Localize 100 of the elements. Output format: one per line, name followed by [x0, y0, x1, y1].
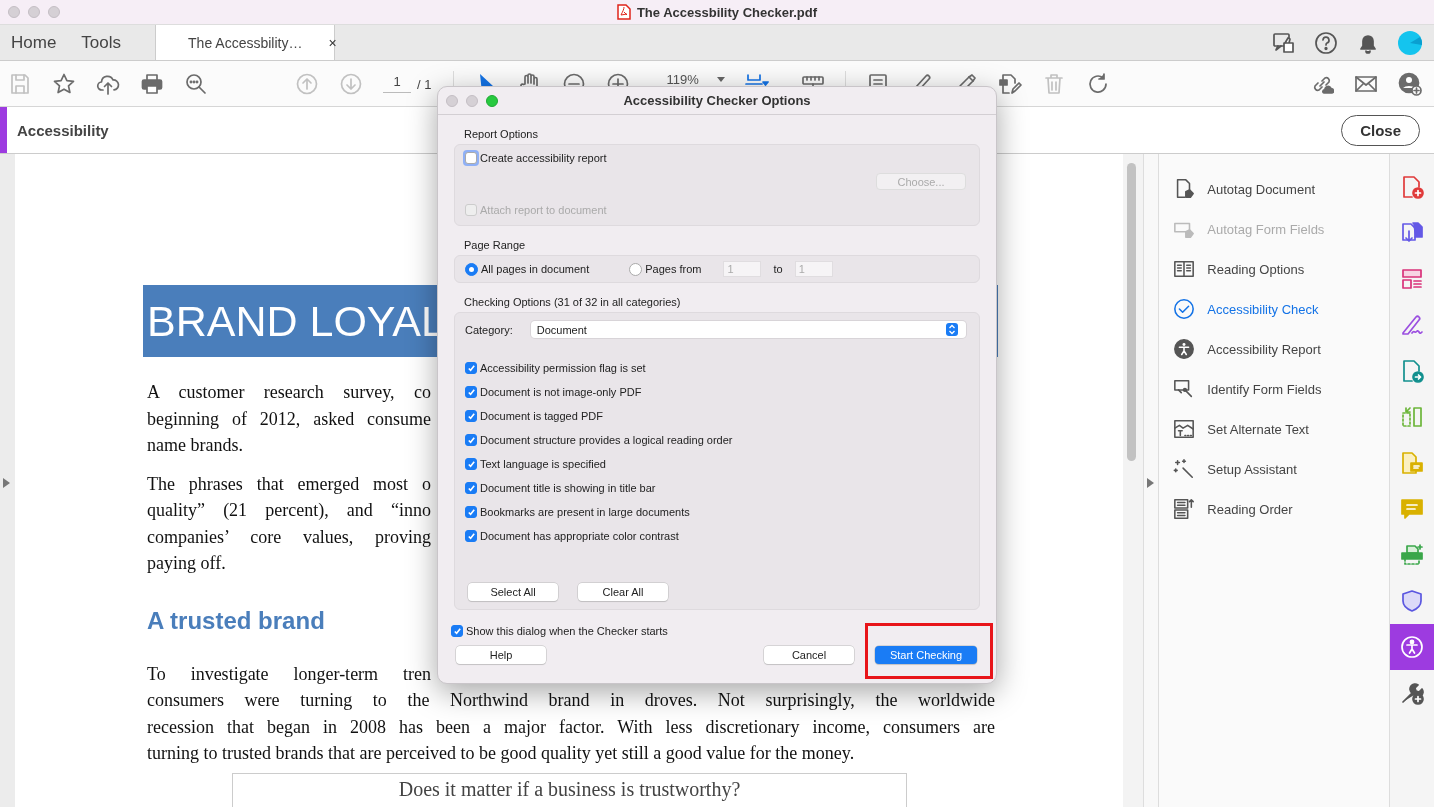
text-line: turning to trusted brands that are perceived to be good quality yet still a good value for the money.	[147, 742, 855, 765]
checkbox[interactable]	[465, 506, 477, 518]
text-line: quality” (21 percent), and “inno	[147, 499, 431, 522]
help-icon[interactable]	[1314, 30, 1338, 55]
star-icon[interactable]	[52, 72, 76, 96]
dialog-button[interactable]: Help	[456, 646, 546, 664]
checkbox[interactable]	[465, 434, 477, 446]
checkbox[interactable]	[465, 530, 477, 542]
print-icon[interactable]	[140, 72, 164, 96]
page-count: / 1	[417, 76, 432, 92]
combine-files-icon	[1400, 221, 1424, 245]
panel-item[interactable]: Autotag Document	[1173, 178, 1315, 200]
tool-title: Accessibility	[17, 121, 109, 139]
search-icon[interactable]	[184, 72, 208, 96]
panel-item[interactable]: Setup Assistant	[1173, 458, 1297, 480]
checkbox-label: Bookmarks are present in large documents	[480, 506, 690, 518]
scrollbar-thumb[interactable]	[1127, 163, 1137, 461]
text-line: consumers were turning to the Northwind brand in droves. Not surprisingly, the worldwide	[147, 689, 995, 712]
pages-arrow-icon	[1400, 405, 1424, 429]
tab[interactable]: Home	[0, 25, 71, 60]
wrench-add-icon	[1400, 681, 1424, 705]
radio-button[interactable]	[465, 262, 478, 276]
checkbox-label: Document has appropriate color contrast	[480, 530, 679, 542]
checkbox-label: Show this dialog when the Checker starts	[466, 625, 668, 637]
pdf-file-icon	[616, 4, 631, 20]
checkbox[interactable]	[465, 386, 477, 398]
checkbox-label: Document title is showing in title bar	[480, 482, 656, 494]
checkbox[interactable]	[465, 482, 477, 494]
stepper-icon	[945, 323, 958, 336]
panel-item[interactable]: Identify Form Fields	[1173, 378, 1322, 400]
radio-button[interactable]	[629, 262, 643, 276]
section-label: Page Range	[464, 239, 526, 251]
panel-item[interactable]: Accessibility Report	[1173, 338, 1321, 360]
text-line: companies’ core values, proving	[147, 525, 431, 549]
checkbox[interactable]	[465, 410, 477, 422]
panel-item[interactable]: Accessibility Check	[1173, 298, 1319, 320]
document-tab[interactable]: The Accessbility… ×	[155, 25, 336, 60]
document-note-icon	[1400, 451, 1424, 475]
comment-icon	[1400, 497, 1424, 521]
checkbox-label: Document is not image-only PDF	[480, 386, 642, 398]
reading-order-icon	[1173, 498, 1196, 520]
section-label: Report Options	[464, 128, 538, 140]
export-pdf-icon	[1400, 359, 1424, 383]
section-heading: A trusted brand	[147, 606, 325, 635]
accent-bar	[0, 107, 7, 153]
tab[interactable]: Tools	[70, 25, 136, 60]
feedback-icon[interactable]	[1272, 30, 1296, 55]
zoom-dropdown[interactable]: 119%	[650, 71, 725, 87]
expand-arrow-icon[interactable]	[1147, 478, 1155, 488]
shield-icon	[1400, 589, 1424, 613]
checkbox-label: Document is tagged PDF	[480, 410, 603, 422]
expand-arrow-icon[interactable]	[3, 478, 10, 488]
section-label: Checking Options (31 of 32 in all categories)	[464, 296, 681, 308]
avatar[interactable]	[1398, 30, 1422, 55]
checkbox[interactable]	[465, 362, 477, 374]
window-title: The Accessbility Checker.pdf	[636, 4, 818, 20]
checkbox-label: Accessibility permission flag is set	[480, 362, 646, 374]
text-line: beginning of 2012, asked consume	[147, 407, 431, 431]
checkbox-label: Create accessibility report	[480, 152, 607, 164]
book-icon	[1173, 258, 1196, 280]
radio-label: All pages in document	[481, 263, 590, 275]
text-line: paying off.	[147, 552, 226, 575]
checkbox[interactable]	[465, 458, 477, 470]
dialog-button[interactable]: Cancel	[764, 646, 854, 664]
text-line: name brands.	[147, 434, 243, 457]
checkmark-circle-icon	[1173, 298, 1196, 320]
text-line: To investigate longer-term tren	[147, 662, 431, 686]
create-pdf-icon	[1400, 175, 1424, 199]
close-button[interactable]: Close	[1341, 114, 1420, 146]
cloud-upload-icon[interactable]	[96, 72, 120, 96]
panel-item[interactable]: Reading Order	[1173, 498, 1293, 520]
action-button[interactable]: Clear All	[578, 583, 668, 601]
accessibility-icon	[1400, 635, 1424, 659]
checkbox-label: Text language is specified	[480, 458, 606, 470]
checkbox-label: Document structure provides a logical reading order	[480, 434, 733, 446]
panel-item[interactable]: Reading Options	[1173, 258, 1305, 280]
checkbox-label: Attach report to document	[480, 204, 607, 216]
add-user-icon[interactable]	[1398, 72, 1422, 96]
magic-wand-icon	[1173, 458, 1196, 480]
signature-icon	[1400, 313, 1424, 337]
window-zoom-control[interactable]	[486, 94, 498, 107]
radio-label: Pages from	[645, 263, 702, 275]
action-button[interactable]: Select All	[468, 583, 558, 601]
category-dropdown[interactable]: Document	[530, 321, 966, 338]
tool-button[interactable]	[1390, 624, 1434, 670]
organize-pages-icon	[1400, 267, 1424, 291]
text-line: recession that began in 2008 has been a major factor. With less discretionary income, consumers are	[147, 715, 995, 739]
page-number-field[interactable]: 1	[383, 73, 411, 93]
callout-text: Does it matter if a business is trustworthy?	[398, 777, 741, 801]
checkbox[interactable]	[451, 625, 463, 637]
text-line: The phrases that emerged most o	[147, 472, 431, 496]
text-line: A customer research survey, co	[147, 381, 431, 404]
panel-item[interactable]: Set Alternate Text	[1173, 418, 1309, 440]
close-tab-icon[interactable]: ×	[328, 34, 337, 51]
edit-document-icon[interactable]	[997, 72, 1022, 96]
accessibility-icon	[1173, 338, 1196, 360]
dialog-title: Accessibility Checker Options	[623, 93, 811, 108]
field-label: Category:	[465, 323, 513, 336]
image-text-icon	[1173, 418, 1196, 440]
dialog-button[interactable]: Start Checking	[875, 646, 977, 664]
